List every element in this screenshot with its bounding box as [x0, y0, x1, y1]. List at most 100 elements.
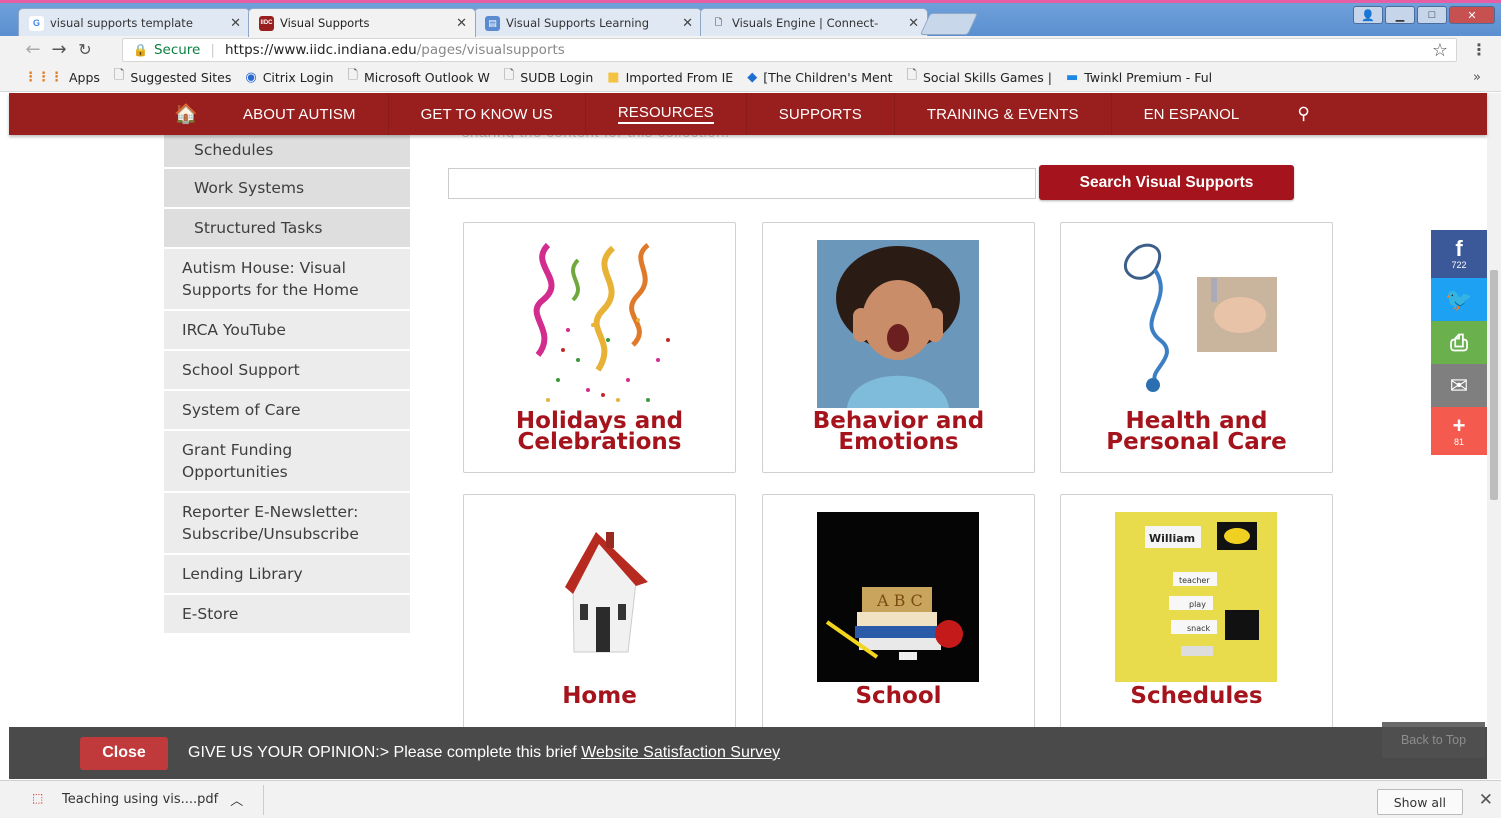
facebook-share-button[interactable]: f 722 — [1431, 230, 1487, 278]
more-share-button[interactable]: + 81 — [1431, 407, 1487, 455]
page-icon: 🗋 — [714, 17, 723, 27]
sidebar-item-e-store[interactable]: E-Store — [164, 595, 410, 635]
sidebar: Schedules Work Systems Structured Tasks … — [164, 130, 410, 635]
url-path: /pages/visualsupports — [416, 42, 565, 58]
folder-icon: ■ — [607, 69, 620, 85]
show-all-button[interactable]: Show all — [1376, 789, 1463, 815]
screaming-child-image — [817, 240, 979, 408]
email-share-button[interactable]: ✉ — [1431, 364, 1487, 407]
school-books-image: A B C — [817, 512, 979, 682]
sidebar-item-lending-library[interactable]: Lending Library — [164, 555, 410, 595]
download-bar: ⬚ Teaching using vis....pdf ︿ Show all ✕ — [0, 780, 1501, 818]
pdf-icon: ⬚ — [32, 790, 44, 805]
forward-icon[interactable]: → — [46, 39, 72, 60]
more-bookmarks-icon[interactable]: » — [1473, 70, 1481, 85]
tab-title: Visual Supports Learning — [506, 16, 650, 30]
card-home[interactable]: Home — [463, 494, 736, 745]
back-to-top-button[interactable]: Back to Top — [1382, 722, 1485, 758]
sidebar-item-school-support[interactable]: School Support — [164, 351, 410, 391]
print-share-button[interactable]: ⎙ — [1431, 321, 1487, 364]
nav-get-to-know-us[interactable]: GET TO KNOW US — [389, 93, 586, 135]
sidebar-item-reporter-newsletter[interactable]: Reporter E-Newsletter: Subscribe/Unsubsc… — [164, 493, 410, 555]
bookmark-twinkl[interactable]: ▬ Twinkl Premium - Ful — [1066, 70, 1212, 85]
svg-text:play: play — [1189, 600, 1206, 609]
maximize-button[interactable]: □ — [1417, 6, 1447, 24]
sidebar-item-system-of-care[interactable]: System of Care — [164, 391, 410, 431]
svg-text:William: William — [1149, 532, 1195, 545]
bookmark-apps[interactable]: ⋮⋮⋮ Apps — [24, 70, 100, 85]
bookmark-sudb-login[interactable]: 🗋 SUDB Login — [504, 66, 593, 88]
tab-visuals-engine[interactable]: 🗋 Visuals Engine | Connect- ✕ — [700, 8, 928, 37]
print-icon: ⎙ — [1450, 329, 1468, 355]
sidebar-item-structured-tasks[interactable]: Structured Tasks — [164, 209, 410, 249]
lock-icon: 🔒 — [133, 43, 148, 57]
plus-icon: + — [1452, 413, 1466, 438]
chevron-up-icon[interactable]: ︿ — [230, 790, 243, 809]
tab-visual-supports-learning[interactable]: ▤ Visual Supports Learning ✕ — [474, 8, 702, 37]
new-tab-button[interactable] — [919, 13, 979, 35]
card-health-personal-care[interactable]: Health and Personal Care — [1060, 222, 1333, 473]
tab-title: visual supports template — [50, 16, 193, 30]
twitter-icon: 🐦 — [1445, 286, 1473, 312]
card-school[interactable]: A B C School — [762, 494, 1035, 745]
scrollbar-thumb[interactable] — [1490, 270, 1498, 500]
page-icon: 🗋 — [503, 68, 515, 83]
tab-visual-supports[interactable]: IIDC Visual Supports ✕ — [248, 8, 476, 37]
bookmark-suggested-sites[interactable]: 🗋 Suggested Sites — [114, 66, 231, 88]
nav-training-events[interactable]: TRAINING & EVENTS — [895, 93, 1112, 135]
nav-en-espanol[interactable]: EN ESPANOL — [1112, 93, 1272, 135]
user-icon[interactable]: 👤 — [1353, 6, 1383, 24]
bookmark-imported-from-ie[interactable]: ■ Imported From IE — [607, 70, 733, 85]
apps-grid-icon: ⋮⋮⋮ — [24, 69, 63, 85]
back-icon[interactable]: ← — [20, 39, 46, 60]
google-icon: G — [29, 15, 44, 31]
bookmark-outlook[interactable]: 🗋 Microsoft Outlook W — [348, 66, 490, 88]
bookmark-star-icon[interactable]: ☆ — [1432, 40, 1448, 61]
reload-icon[interactable]: ↻ — [72, 40, 98, 59]
sidebar-item-work-systems[interactable]: Work Systems — [164, 169, 410, 209]
sidebar-item-schedules[interactable]: Schedules — [164, 130, 410, 169]
sidebar-item-autism-house[interactable]: Autism House: Visual Supports for the Ho… — [164, 249, 410, 311]
card-holidays-celebrations[interactable]: Holidays and Celebrations — [463, 222, 736, 473]
bookmark-social-skills-games[interactable]: 🗋 Social Skills Games | — [907, 66, 1052, 88]
nav-about-autism[interactable]: ABOUT AUTISM — [211, 93, 389, 135]
close-survey-button[interactable]: Close — [80, 736, 168, 770]
window-controls: 👤 ▁ □ ✕ — [1353, 6, 1495, 24]
tab-title: Visual Supports — [280, 16, 370, 30]
nav-resources[interactable]: RESOURCES — [586, 93, 747, 135]
sidebar-item-grant-funding[interactable]: Grant Funding Opportunities — [164, 431, 410, 493]
bookmarks-bar: ⋮⋮⋮ Apps 🗋 Suggested Sites ◉ Citrix Logi… — [0, 63, 1501, 92]
page-icon: 🗋 — [906, 68, 917, 83]
home-icon[interactable]: 🏠 — [174, 93, 198, 135]
bookmark-citrix-login[interactable]: ◉ Citrix Login — [245, 70, 333, 85]
card-schedules[interactable]: William teacher play snack Schedules — [1060, 494, 1333, 745]
card-caption: School — [855, 683, 942, 709]
tab-visual-supports-template[interactable]: G visual supports template ✕ — [18, 8, 250, 37]
minimize-button[interactable]: ▁ — [1385, 6, 1415, 24]
citrix-icon: ◉ — [245, 69, 257, 85]
svg-text:A B C: A B C — [876, 591, 923, 610]
close-tab-icon[interactable]: ✕ — [908, 15, 919, 31]
search-icon[interactable]: ⚲ — [1297, 104, 1309, 124]
survey-link[interactable]: Website Satisfaction Survey — [581, 744, 780, 761]
sidebar-item-irca-youtube[interactable]: IRCA YouTube — [164, 311, 410, 351]
close-tab-icon[interactable]: ✕ — [230, 15, 241, 31]
close-tab-icon[interactable]: ✕ — [682, 15, 693, 31]
browser-menu-icon[interactable]: ⋮ — [1471, 40, 1487, 60]
card-behavior-emotions[interactable]: Behavior and Emotions — [762, 222, 1035, 473]
svg-text:teacher: teacher — [1179, 576, 1210, 585]
nav-supports[interactable]: SUPPORTS — [747, 93, 895, 135]
bookmark-childrens-mental[interactable]: ◆ [The Children's Ment — [747, 70, 892, 85]
card-caption: Holidays and Celebrations — [515, 408, 684, 455]
search-visual-supports-button[interactable]: Search Visual Supports — [1039, 165, 1294, 200]
close-download-bar-icon[interactable]: ✕ — [1479, 790, 1493, 810]
close-tab-icon[interactable]: ✕ — [456, 15, 467, 31]
search-input[interactable] — [448, 168, 1036, 199]
close-window-button[interactable]: ✕ — [1449, 6, 1495, 24]
house-image — [518, 512, 680, 682]
twinkl-icon: ▬ — [1066, 69, 1079, 85]
survey-text: GIVE US YOUR OPINION:> Please complete t… — [188, 744, 781, 761]
twitter-share-button[interactable]: 🐦 — [1431, 278, 1487, 321]
download-item[interactable]: ⬚ Teaching using vis....pdf ︿ — [32, 784, 265, 815]
url-field[interactable]: 🔒 Secure | https://www.iidc.indiana.edu /… — [122, 38, 1457, 62]
